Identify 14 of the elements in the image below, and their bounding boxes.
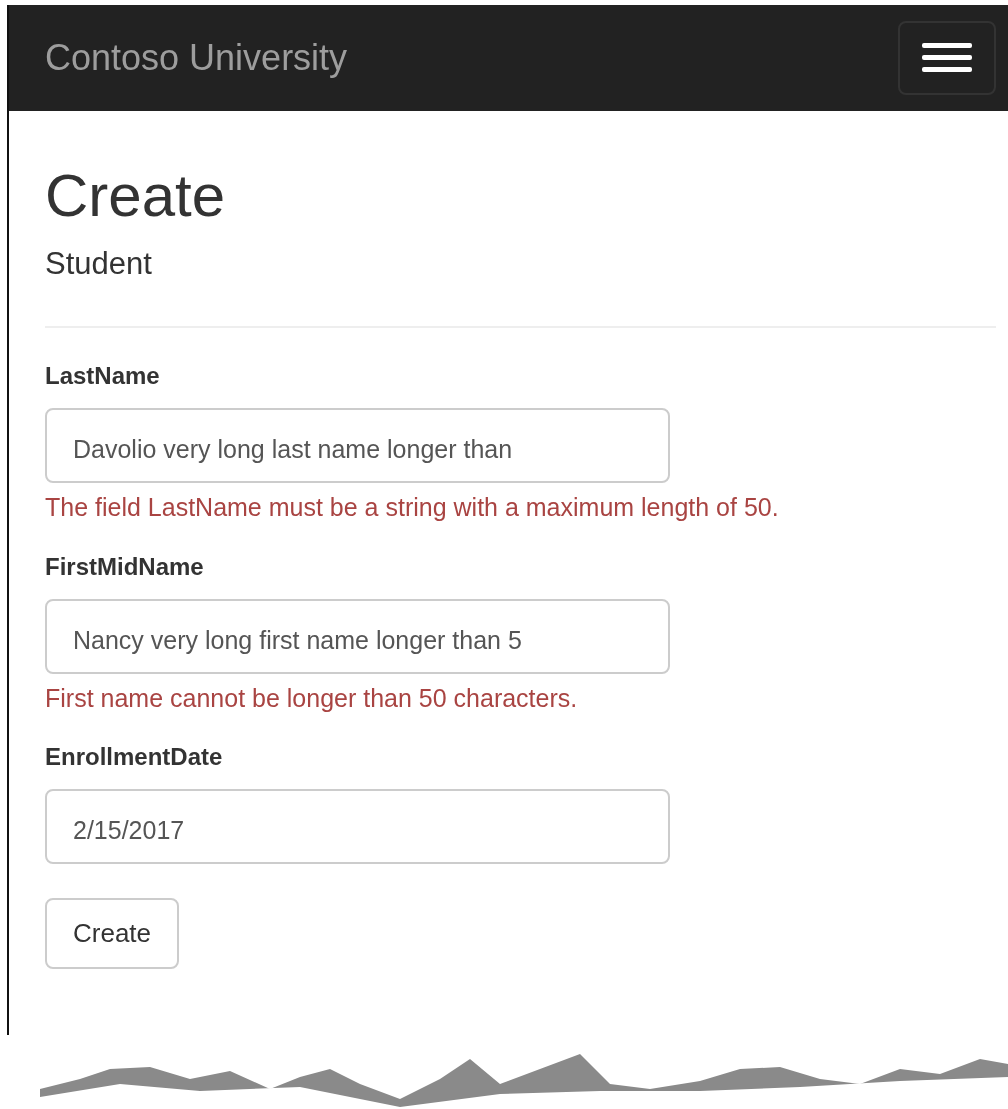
text-field[interactable]: Davolio very long last name longer than [45, 408, 670, 484]
create-button[interactable]: Create [45, 898, 180, 970]
field-label: EnrollmentDate [45, 742, 224, 773]
menu-icon [922, 43, 972, 73]
text-field[interactable]: 2/15/2017 [45, 789, 670, 865]
field-label: LastName [45, 361, 161, 392]
validation-error: First name cannot be longer than 50 characters. [45, 682, 579, 714]
field-label: FirstMidName [45, 551, 205, 582]
page-subheading: Student [45, 245, 153, 283]
menu-button[interactable] [898, 21, 996, 95]
brand-link[interactable]: Contoso University [45, 31, 348, 85]
page-heading: Create [45, 163, 227, 229]
validation-error: The field LastName must be a string with a maximum length of 50. [45, 492, 780, 524]
text-field[interactable]: Nancy very long first name longer than 5 [45, 598, 670, 674]
